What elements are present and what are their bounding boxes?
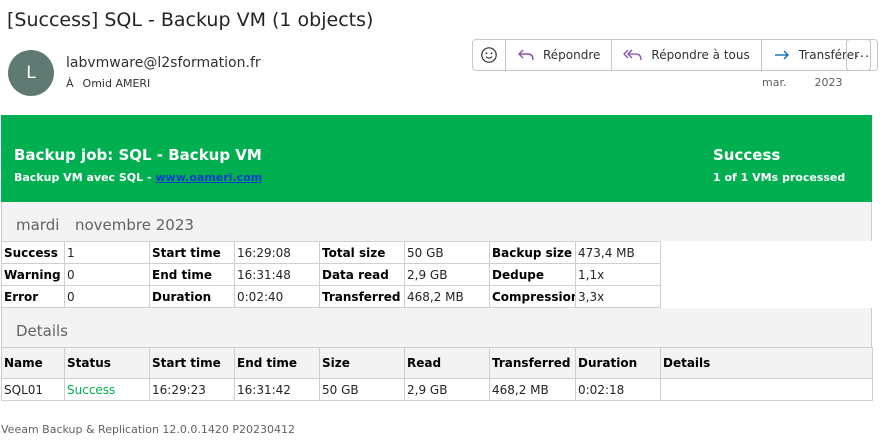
summary-label: Transferred (319, 285, 405, 308)
table-cell: 2,9 GB (404, 378, 490, 401)
column-header: Size (319, 347, 405, 379)
details-header: Details (1, 308, 872, 347)
to-prefix: À (66, 77, 74, 90)
summary-label: Warning (1, 263, 65, 286)
table-cell: 0:02:18 (575, 378, 661, 401)
summary-table: Success 1 Start time 16:29:08 Total size 50 G… (1, 241, 661, 308)
job-link[interactable]: www.oameri.com (155, 171, 262, 184)
job-subtitle: Backup VM avec SQL - www.oameri.com (14, 171, 262, 184)
message-date: mar. 2023 (762, 76, 842, 89)
summary-row: Success 1 Start time 16:29:08 Total size 50 G… (1, 241, 661, 264)
sender-address[interactable]: labvmware@l2sformation.fr (66, 55, 261, 71)
summary-label: Duration (149, 285, 235, 308)
summary-label: Success (1, 241, 65, 264)
column-header: End time (234, 347, 320, 379)
table-row: SQL01 Success 16:29:23 16:31:42 50 GB 2,9 GB 4… (1, 378, 873, 401)
summary-label: Compression (489, 285, 576, 308)
details-table: Name Status Start time End time Size Read Tran… (1, 347, 873, 401)
summary-value: 0 (64, 263, 150, 286)
summary-label: Dedupe (489, 263, 576, 286)
job-status: Success (713, 146, 781, 164)
report-footer: Veeam Backup & Replication 12.0.0.1420 P… (1, 423, 296, 436)
job-subtitle-text: Backup VM avec SQL - (14, 171, 156, 184)
message-actions: Répondre Répondre à tous Transférer (472, 39, 872, 71)
recipient-line: À Omid AMERI (66, 77, 150, 90)
report-banner: Backup job: SQL - Backup VM Backup VM av… (1, 115, 872, 202)
column-header: Status (64, 347, 150, 379)
summary-value: 3,3x (575, 285, 661, 308)
summary-row: Warning 0 End time 16:31:48 Data read 2,9 GB D… (1, 263, 661, 286)
job-status-summary: 1 of 1 VMs processed (713, 171, 846, 184)
summary-value: 473,4 MB (575, 241, 661, 264)
summary-value: 1,1x (575, 263, 661, 286)
summary-value: 16:31:48 (234, 263, 320, 286)
table-cell: SQL01 (1, 378, 65, 401)
table-cell: 50 GB (319, 378, 405, 401)
column-header: Details (660, 347, 873, 379)
summary-value: 468,2 MB (404, 285, 490, 308)
avatar[interactable]: L (8, 50, 54, 96)
summary-label: Data read (319, 263, 405, 286)
summary-label: Backup size (489, 241, 576, 264)
details-header-row: Name Status Start time End time Size Read Tran… (1, 347, 873, 379)
emoji-button[interactable] (473, 40, 505, 70)
smiley-icon (480, 46, 498, 64)
job-title: Backup job: SQL - Backup VM (14, 146, 262, 164)
column-header: Read (404, 347, 490, 379)
summary-value: 0:02:40 (234, 285, 320, 308)
reply-button[interactable]: Répondre (505, 40, 611, 70)
date-year: 2023 (814, 76, 843, 89)
summary-value: 16:29:08 (234, 241, 320, 264)
recipient-name[interactable]: Omid AMERI (83, 77, 151, 90)
date-day: mar. (762, 76, 787, 89)
more-options-button[interactable]: ··· (846, 39, 878, 71)
session-month: novembre 2023 (75, 216, 194, 234)
summary-value: 0 (64, 285, 150, 308)
summary-row: Error 0 Duration 0:02:40 Transferred 468,2 MB… (1, 285, 661, 308)
forward-icon (773, 47, 791, 63)
summary-value: 2,9 GB (404, 263, 490, 286)
backup-report: Backup job: SQL - Backup VM Backup VM av… (1, 115, 873, 401)
reply-all-label: Répondre à tous (651, 48, 750, 62)
summary-label: Start time (149, 241, 235, 264)
reply-icon (517, 47, 535, 63)
table-cell: 16:29:23 (149, 378, 235, 401)
column-header: Name (1, 347, 65, 379)
table-cell: 468,2 MB (489, 378, 576, 401)
reply-all-icon (623, 47, 643, 63)
table-cell: Success (64, 378, 150, 401)
reply-label: Répondre (543, 48, 601, 62)
details-title: Details (16, 322, 69, 340)
summary-label: Total size (319, 241, 405, 264)
table-cell: 16:31:42 (234, 378, 320, 401)
summary-value: 1 (64, 241, 150, 264)
session-date-header: mardi novembre 2023 (1, 202, 872, 241)
table-cell (660, 378, 873, 401)
summary-label: End time (149, 263, 235, 286)
email-subject: [Success] SQL - Backup VM (1 objects) (7, 9, 374, 31)
session-day: mardi (16, 216, 60, 234)
column-header: Duration (575, 347, 661, 379)
summary-label: Error (1, 285, 65, 308)
summary-value: 50 GB (404, 241, 490, 264)
column-header: Start time (149, 347, 235, 379)
column-header: Transferred (489, 347, 576, 379)
reply-all-button[interactable]: Répondre à tous (611, 40, 760, 70)
